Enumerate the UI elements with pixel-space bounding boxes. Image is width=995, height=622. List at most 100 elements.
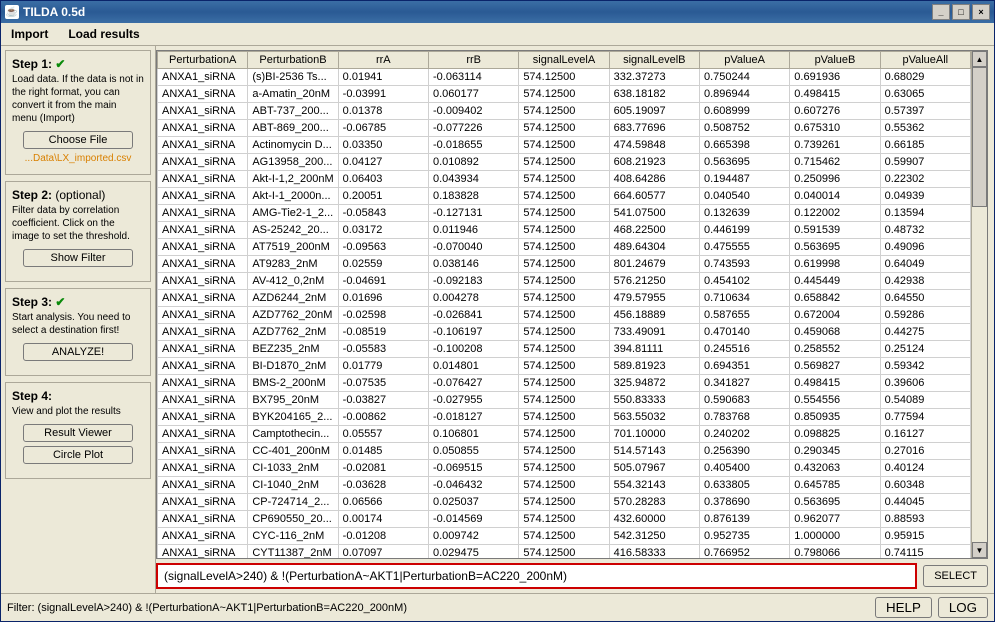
table-cell: 0.106801 <box>428 426 518 443</box>
column-header[interactable]: PerturbationA <box>158 52 248 69</box>
table-row[interactable]: ANXA1_siRNAAS-25242_20...0.031720.011946… <box>158 222 971 239</box>
table-row[interactable]: ANXA1_siRNACI-1040_2nM-0.03628-0.0464325… <box>158 477 971 494</box>
table-cell: 0.405400 <box>699 460 789 477</box>
table-row[interactable]: ANXA1_siRNAAZD7762_20nM-0.02598-0.026841… <box>158 307 971 324</box>
check-icon: ✔ <box>55 295 65 309</box>
column-header[interactable]: pValueA <box>699 52 789 69</box>
table-row[interactable]: ANXA1_siRNACYT11387_2nM0.070970.02947557… <box>158 545 971 559</box>
table-cell: 0.13594 <box>880 205 970 222</box>
column-header[interactable]: signalLevelA <box>519 52 609 69</box>
table-cell: 489.64304 <box>609 239 699 256</box>
table-row[interactable]: ANXA1_siRNACP690550_20...0.00174-0.01456… <box>158 511 971 528</box>
table-cell: 570.28283 <box>609 494 699 511</box>
table-cell: 0.590683 <box>699 392 789 409</box>
close-button[interactable]: × <box>972 4 990 20</box>
table-cell: 0.01485 <box>338 443 428 460</box>
select-button[interactable]: SELECT <box>923 565 988 587</box>
table-row[interactable]: ANXA1_siRNAAkt-I-1_2000n...0.200510.1838… <box>158 188 971 205</box>
column-header[interactable]: rrA <box>338 52 428 69</box>
table-row[interactable]: ANXA1_siRNAAkt-I-1,2_200nM0.064030.04393… <box>158 171 971 188</box>
table-cell: 0.470140 <box>699 324 789 341</box>
table-cell: 574.12500 <box>519 375 609 392</box>
analyze-button[interactable]: ANALYZE! <box>23 343 133 361</box>
table-row[interactable]: ANXA1_siRNABEZ235_2nM-0.05583-0.10020857… <box>158 341 971 358</box>
choose-file-button[interactable]: Choose File <box>23 131 133 149</box>
filter-expression-input[interactable] <box>156 563 917 589</box>
step2-desc: Filter data by correlation coefficient. … <box>12 204 144 243</box>
table-cell: -0.05583 <box>338 341 428 358</box>
table-row[interactable]: ANXA1_siRNAAT9283_2nM0.025590.038146574.… <box>158 256 971 273</box>
table-row[interactable]: ANXA1_siRNACP-724714_2...0.065660.025037… <box>158 494 971 511</box>
table-row[interactable]: ANXA1_siRNAAMG-Tie2-1_2...-0.05843-0.127… <box>158 205 971 222</box>
scroll-track[interactable] <box>972 67 987 542</box>
table-row[interactable]: ANXA1_siRNACC-401_200nM0.014850.05085557… <box>158 443 971 460</box>
table-cell: 574.12500 <box>519 171 609 188</box>
menu-load-results[interactable]: Load results <box>62 25 145 43</box>
table-cell: -0.00862 <box>338 409 428 426</box>
table-cell: -0.046432 <box>428 477 518 494</box>
show-filter-button[interactable]: Show Filter <box>23 249 133 267</box>
table-row[interactable]: ANXA1_siRNAAG13958_200...0.041270.010892… <box>158 154 971 171</box>
table-cell: 0.040014 <box>790 188 880 205</box>
step1-desc: Load data. If the data is not in the rig… <box>12 73 144 125</box>
table-cell: 574.12500 <box>519 239 609 256</box>
table-row[interactable]: ANXA1_siRNA(s)BI-2536 Ts...0.01941-0.063… <box>158 69 971 86</box>
table-cell: ANXA1_siRNA <box>158 341 248 358</box>
column-header[interactable]: signalLevelB <box>609 52 699 69</box>
table-row[interactable]: ANXA1_siRNAABT-869_200...-0.06785-0.0772… <box>158 120 971 137</box>
table-cell: 0.591539 <box>790 222 880 239</box>
content-area: Step 1: ✔ Load data. If the data is not … <box>1 46 994 593</box>
table-row[interactable]: ANXA1_siRNABMS-2_200nM-0.07535-0.0764275… <box>158 375 971 392</box>
column-header[interactable]: rrB <box>428 52 518 69</box>
table-cell: 0.183828 <box>428 188 518 205</box>
scroll-down-icon[interactable]: ▼ <box>972 542 987 558</box>
column-header[interactable]: pValueB <box>790 52 880 69</box>
table-cell: 0.59342 <box>880 358 970 375</box>
scroll-up-icon[interactable]: ▲ <box>972 51 987 67</box>
table-cell: 0.00174 <box>338 511 428 528</box>
table-cell: -0.014569 <box>428 511 518 528</box>
table-cell: 0.850935 <box>790 409 880 426</box>
table-cell: 0.06403 <box>338 171 428 188</box>
table-row[interactable]: ANXA1_siRNAActinomycin D...0.03350-0.018… <box>158 137 971 154</box>
table-row[interactable]: ANXA1_siRNABYK204165_2...-0.00862-0.0181… <box>158 409 971 426</box>
table-row[interactable]: ANXA1_siRNACI-1033_2nM-0.02081-0.0695155… <box>158 460 971 477</box>
menu-import[interactable]: Import <box>5 25 54 43</box>
maximize-button[interactable]: □ <box>952 4 970 20</box>
table-cell: ANXA1_siRNA <box>158 494 248 511</box>
table-row[interactable]: ANXA1_siRNABI-D1870_2nM0.017790.01480157… <box>158 358 971 375</box>
table-cell: 574.12500 <box>519 392 609 409</box>
table-cell: 0.694351 <box>699 358 789 375</box>
table-row[interactable]: ANXA1_siRNAABT-737_200...0.01378-0.00940… <box>158 103 971 120</box>
table-cell: 0.60348 <box>880 477 970 494</box>
table-cell: 0.876139 <box>699 511 789 528</box>
vertical-scrollbar[interactable]: ▲ ▼ <box>971 51 987 558</box>
table-row[interactable]: ANXA1_siRNAAT7519_200nM-0.09563-0.070040… <box>158 239 971 256</box>
minimize-button[interactable]: _ <box>932 4 950 20</box>
table-cell: ANXA1_siRNA <box>158 120 248 137</box>
table-cell: 0.040540 <box>699 188 789 205</box>
step3-desc: Start analysis. You need to select a des… <box>12 311 144 337</box>
result-viewer-button[interactable]: Result Viewer <box>23 424 133 442</box>
scroll-thumb[interactable] <box>972 67 987 207</box>
step4-panel: Step 4: View and plot the results Result… <box>5 382 151 479</box>
table-cell: 574.12500 <box>519 69 609 86</box>
table-row[interactable]: ANXA1_siRNAAV-412_0,2nM-0.04691-0.092183… <box>158 273 971 290</box>
table-cell: AZD7762_2nM <box>248 324 338 341</box>
help-button[interactable]: HELP <box>875 597 932 618</box>
table-cell: ANXA1_siRNA <box>158 205 248 222</box>
step4-title: Step 4: <box>12 389 144 403</box>
column-header[interactable]: PerturbationB <box>248 52 338 69</box>
table-row[interactable]: ANXA1_siRNAAZD7762_2nM-0.08519-0.1061975… <box>158 324 971 341</box>
table-cell: a-Amatin_20nM <box>248 86 338 103</box>
table-row[interactable]: ANXA1_siRNACamptothecin...0.055570.10680… <box>158 426 971 443</box>
table-row[interactable]: ANXA1_siRNAAZD6244_2nM0.016960.004278574… <box>158 290 971 307</box>
log-button[interactable]: LOG <box>938 597 988 618</box>
table-row[interactable]: ANXA1_siRNACYC-116_2nM-0.012080.00974257… <box>158 528 971 545</box>
table-row[interactable]: ANXA1_siRNABX795_20nM-0.03827-0.02795557… <box>158 392 971 409</box>
circle-plot-button[interactable]: Circle Plot <box>23 446 133 464</box>
column-header[interactable]: pValueAll <box>880 52 970 69</box>
table-cell: -0.03628 <box>338 477 428 494</box>
table-cell: 574.12500 <box>519 222 609 239</box>
table-row[interactable]: ANXA1_siRNAa-Amatin_20nM-0.039910.060177… <box>158 86 971 103</box>
